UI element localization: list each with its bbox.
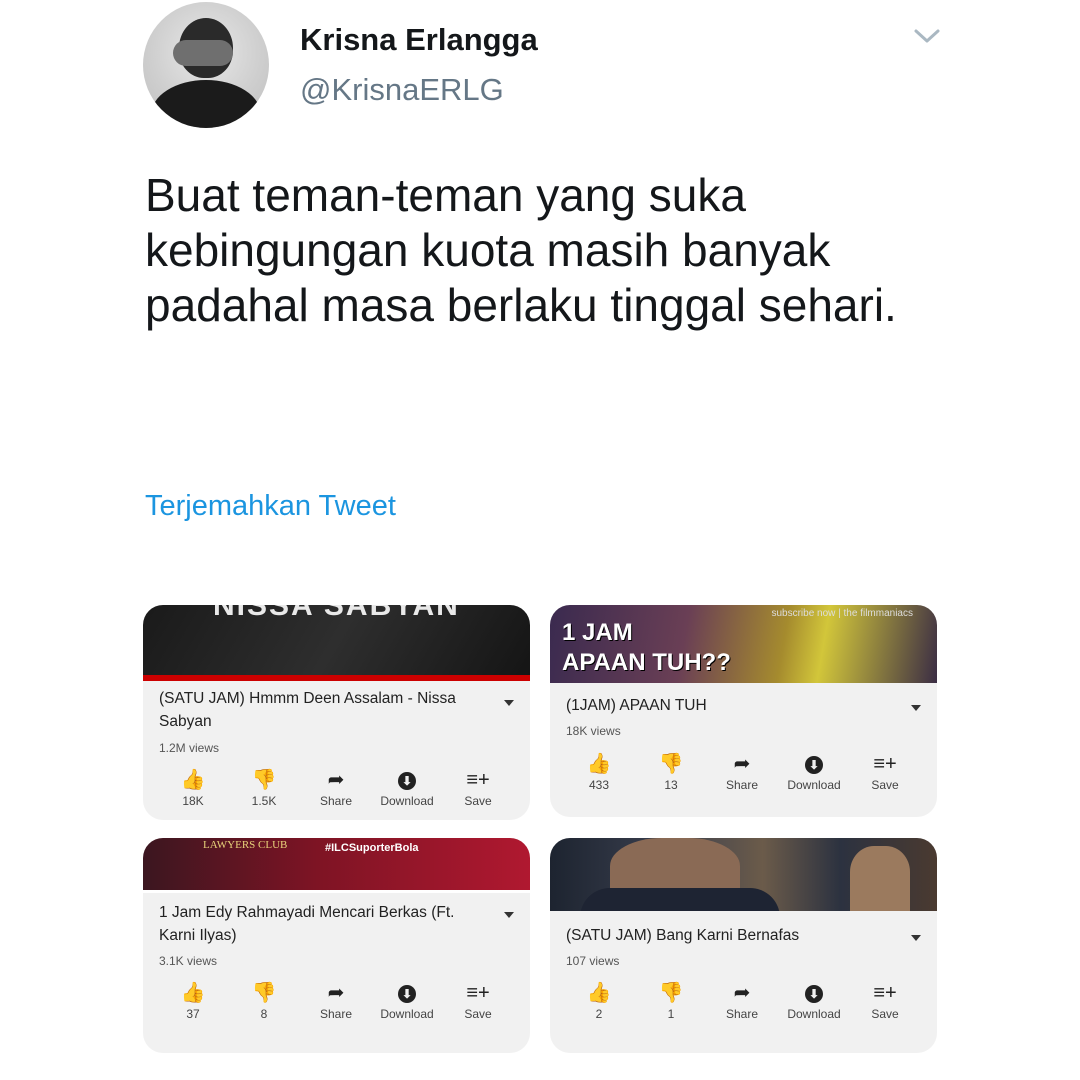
video-title[interactable]: (SATU JAM) Bang Karni Bernafas	[566, 924, 896, 947]
view-count: 1.2M views	[159, 741, 220, 755]
like-count: 18K	[182, 794, 204, 808]
user-handle[interactable]: @KrisnaERLG	[300, 72, 504, 108]
chevron-down-icon[interactable]	[912, 26, 942, 46]
dislike-button[interactable]: 👎 1.5K	[229, 768, 299, 808]
share-label: Share	[725, 778, 759, 792]
share-button[interactable]: ➦ Share	[301, 768, 371, 808]
thumbs-up-icon: 👍	[180, 769, 206, 791]
view-count: 3.1K views	[159, 954, 218, 968]
thumbnail-logo: LAWYERS CLUB	[203, 839, 288, 851]
download-icon: ⬇	[805, 984, 823, 1003]
playlist-add-icon: ≡+	[466, 982, 490, 1004]
download-label: Download	[787, 778, 841, 792]
download-button[interactable]: ⬇ Download	[372, 768, 442, 808]
dislike-count: 1	[667, 1007, 675, 1021]
video-menu-icon[interactable]	[504, 700, 514, 706]
download-label: Download	[380, 1007, 434, 1021]
save-label: Save	[871, 778, 899, 792]
thumbs-down-icon: 👎	[658, 982, 684, 1004]
thumbnail-hashtag: #ILCSuporterBola	[325, 842, 419, 854]
thumbnail-text: NISSA SABYAN	[213, 605, 460, 622]
download-label: Download	[380, 794, 434, 808]
download-icon: ⬇	[805, 755, 823, 774]
video-thumbnail[interactable]: NISSA SABYAN	[143, 605, 530, 681]
download-button[interactable]: ⬇ Download	[779, 752, 849, 792]
dislike-count: 8	[260, 1007, 268, 1021]
share-label: Share	[725, 1007, 759, 1021]
share-icon: ➦	[327, 769, 345, 791]
like-count: 37	[186, 1007, 200, 1021]
video-title[interactable]: 1 Jam Edy Rahmayadi Mencari Berkas (Ft. …	[159, 901, 489, 947]
translate-tweet-link[interactable]: Terjemahkan Tweet	[145, 490, 396, 523]
video-title[interactable]: (1JAM) APAAN TUH	[566, 694, 896, 717]
thumbnail-caption: subscribe now | the filmmaniacs	[771, 608, 913, 619]
view-count: 18K views	[566, 724, 621, 738]
avatar-hand	[173, 40, 233, 66]
thumbnail-person-right	[850, 846, 910, 911]
like-button[interactable]: 👍 18K	[158, 768, 228, 808]
thumbs-up-icon: 👍	[586, 753, 612, 775]
video-card[interactable]: subscribe now | the filmmaniacs 1 JAM AP…	[550, 605, 937, 817]
download-button[interactable]: ⬇ Download	[779, 981, 849, 1021]
thumbs-down-icon: 👎	[658, 753, 684, 775]
like-count: 433	[588, 778, 610, 792]
video-card[interactable]: NISSA SABYAN (SATU JAM) Hmmm Deen Assala…	[143, 605, 530, 820]
like-count: 2	[595, 1007, 603, 1021]
video-thumbnail[interactable]: subscribe now | the filmmaniacs 1 JAM AP…	[550, 605, 937, 683]
share-icon: ➦	[733, 753, 751, 775]
save-label: Save	[464, 1007, 492, 1021]
like-button[interactable]: 👍 433	[564, 752, 634, 792]
share-icon: ➦	[327, 982, 345, 1004]
save-button[interactable]: ≡+ Save	[443, 981, 513, 1021]
playlist-add-icon: ≡+	[873, 982, 897, 1004]
like-button[interactable]: 👍 37	[158, 981, 228, 1021]
video-thumbnail[interactable]: LAWYERS CLUB #ILCSuporterBola	[143, 838, 530, 893]
display-name[interactable]: Krisna Erlangga	[300, 22, 538, 58]
download-label: Download	[787, 1007, 841, 1021]
thumbnail-text: 1 JAM	[562, 619, 633, 646]
save-label: Save	[871, 1007, 899, 1021]
thumbs-up-icon: 👍	[586, 982, 612, 1004]
dislike-count: 13	[664, 778, 678, 792]
video-menu-icon[interactable]	[911, 935, 921, 941]
share-button[interactable]: ➦ Share	[301, 981, 371, 1021]
video-thumbnail[interactable]	[550, 838, 937, 911]
avatar[interactable]	[143, 2, 269, 128]
share-button[interactable]: ➦ Share	[707, 752, 777, 792]
share-button[interactable]: ➦ Share	[707, 981, 777, 1021]
share-label: Share	[319, 1007, 353, 1021]
video-menu-icon[interactable]	[504, 912, 514, 918]
video-title[interactable]: (SATU JAM) Hmmm Deen Assalam - Nissa Sab…	[159, 687, 489, 733]
video-card[interactable]: (SATU JAM) Bang Karni Bernafas 107 views…	[550, 838, 937, 1053]
dislike-button[interactable]: 👎 8	[229, 981, 299, 1021]
playlist-add-icon: ≡+	[873, 753, 897, 775]
like-button[interactable]: 👍 2	[564, 981, 634, 1021]
thumbs-down-icon: 👎	[251, 982, 277, 1004]
save-button[interactable]: ≡+ Save	[443, 768, 513, 808]
thumbs-up-icon: 👍	[180, 982, 206, 1004]
video-menu-icon[interactable]	[911, 705, 921, 711]
tweet-text: Buat teman-teman yang suka kebingungan k…	[145, 169, 897, 332]
download-icon: ⬇	[398, 771, 416, 790]
save-label: Save	[464, 794, 492, 808]
dislike-button[interactable]: 👎 1	[636, 981, 706, 1021]
download-button[interactable]: ⬇ Download	[372, 981, 442, 1021]
thumbnail-suit	[580, 888, 780, 911]
avatar-body	[151, 80, 261, 128]
share-icon: ➦	[733, 982, 751, 1004]
share-label: Share	[319, 794, 353, 808]
video-card[interactable]: LAWYERS CLUB #ILCSuporterBola 1 Jam Edy …	[143, 838, 530, 1053]
save-button[interactable]: ≡+ Save	[850, 752, 920, 792]
download-icon: ⬇	[398, 984, 416, 1003]
thumbnail-text: APAAN TUH??	[562, 649, 731, 676]
dislike-count: 1.5K	[251, 794, 277, 808]
view-count: 107 views	[566, 954, 620, 968]
save-button[interactable]: ≡+ Save	[850, 981, 920, 1021]
playlist-add-icon: ≡+	[466, 769, 490, 791]
thumbs-down-icon: 👎	[251, 769, 277, 791]
dislike-button[interactable]: 👎 13	[636, 752, 706, 792]
